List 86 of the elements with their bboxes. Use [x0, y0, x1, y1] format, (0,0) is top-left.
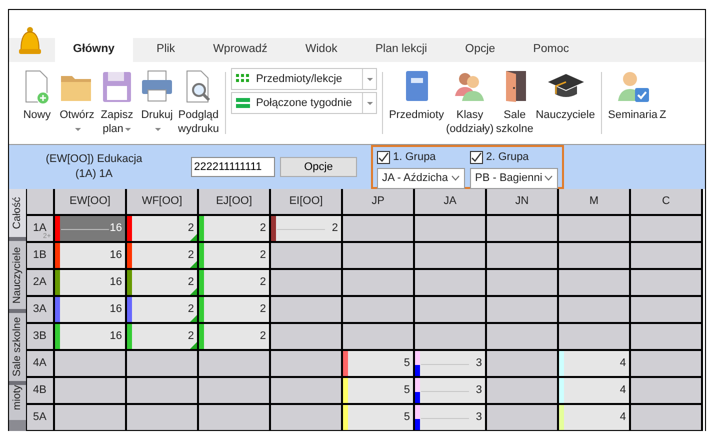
- column-header: JA: [415, 189, 487, 216]
- ribbon-button[interactable]: Nauczyciele: [534, 68, 596, 122]
- lesson-cell[interactable]: 2: [199, 243, 271, 270]
- checkbox[interactable]: [470, 150, 483, 164]
- ribbon-button[interactable]: Seminaria: [607, 68, 659, 122]
- lesson-cell[interactable]: 16: [55, 216, 127, 243]
- lesson-cell[interactable]: 2: [199, 270, 271, 297]
- ribbon-tab[interactable]: Główny: [55, 38, 133, 62]
- side-tab[interactable]: Sale szkolne: [9, 313, 26, 385]
- lesson-cell[interactable]: 16: [55, 297, 127, 324]
- dropdown-field[interactable]: Przedmioty/lekcje: [230, 68, 377, 90]
- ribbon-tab[interactable]: Pomoc: [519, 38, 583, 62]
- row-label: 4B: [33, 383, 46, 398]
- group-marker: [415, 392, 420, 403]
- group-marker: [415, 365, 420, 376]
- lesson-cell[interactable]: 4: [559, 351, 631, 378]
- lesson-cell[interactable]: 2: [127, 297, 199, 324]
- ribbon-tab[interactable]: Widok: [291, 38, 352, 62]
- column-header: EI[OO]: [271, 189, 343, 216]
- caret-icon: [367, 102, 374, 104]
- lesson-cell[interactable]: 2: [127, 216, 199, 243]
- ribbon-button[interactable]: Klasy (oddziały): [445, 68, 495, 136]
- lesson-cell[interactable]: 5: [343, 405, 415, 431]
- ribbon-tab[interactable]: Plik: [142, 38, 190, 62]
- lesson-cell[interactable]: 2: [127, 270, 199, 297]
- checkbox[interactable]: [377, 150, 390, 164]
- bars-icon: [236, 98, 250, 108]
- column-header: EJ[OO]: [199, 189, 271, 216]
- lesson-cell[interactable]: 3: [415, 405, 487, 431]
- side-tab[interactable]: Całość: [9, 189, 26, 241]
- teacher-select[interactable]: PB - Bagienni: [470, 168, 558, 188]
- ribbon-button[interactable]: Podgląd wydruku: [177, 68, 220, 136]
- ribbon-tab[interactable]: Wprowadź: [199, 38, 282, 62]
- options-button[interactable]: Opcje: [280, 157, 357, 177]
- lesson-cell[interactable]: 3: [415, 378, 487, 405]
- class-title: (1A) 1A: [74, 167, 114, 182]
- side-tab[interactable]: Nauczyciele: [9, 241, 26, 313]
- bell-logo: [17, 26, 43, 56]
- link-line: [61, 228, 109, 230]
- column-header: C: [631, 189, 703, 216]
- lesson-cell[interactable]: 2: [199, 216, 271, 243]
- row-label: 5A: [33, 410, 46, 426]
- lesson-cell[interactable]: 4: [559, 378, 631, 405]
- pattern-field[interactable]: 222211111111: [191, 157, 275, 177]
- ribbon-tab[interactable]: Opcje: [451, 38, 510, 62]
- dropdown-field[interactable]: Połączone tygodnie: [230, 92, 377, 114]
- column-header: M: [559, 189, 631, 216]
- group-marker: [415, 419, 420, 430]
- checkbox-label: 1. Grupa: [393, 150, 436, 165]
- row-label: 3B: [33, 329, 46, 344]
- lesson-cell[interactable]: 2: [271, 216, 343, 243]
- lesson-cell[interactable]: 5: [343, 378, 415, 405]
- teacher-select[interactable]: JA - Aździcha: [377, 168, 465, 188]
- ribbon-button[interactable]: Drukuj: [137, 68, 177, 136]
- column-header: WF[OO]: [127, 189, 199, 216]
- ribbon-button[interactable]: Z: [658, 68, 666, 122]
- row-label: 4A: [33, 356, 46, 372]
- checkbox-label: 2. Grupa: [486, 150, 529, 165]
- caret-icon: [367, 78, 374, 80]
- column-header: JN: [487, 189, 559, 216]
- lesson-cell[interactable]: 2: [199, 297, 271, 324]
- lesson-cell[interactable]: 3: [415, 351, 487, 378]
- ribbon-button[interactable]: Otwórz: [57, 68, 97, 136]
- side-tab[interactable]: mioty: [9, 385, 26, 420]
- column-header: JP: [343, 189, 415, 216]
- lesson-cell[interactable]: 5: [343, 351, 415, 378]
- lesson-cell[interactable]: 16: [55, 243, 127, 270]
- lesson-cell[interactable]: 2: [127, 324, 199, 351]
- ribbon-button[interactable]: Zapisz plan: [97, 68, 137, 136]
- ribbon-button[interactable]: Nowy: [17, 68, 57, 122]
- lesson-cell[interactable]: 16: [55, 324, 127, 351]
- ribbon-tab[interactable]: Plan lekcji: [361, 38, 442, 62]
- column-header: EW[OO]: [55, 189, 127, 216]
- lesson-title: (EW[OO]) Edukacja: [44, 152, 144, 167]
- chevron-icon: [544, 175, 553, 181]
- row-label: 1B: [33, 248, 46, 264]
- lesson-cell[interactable]: 16: [55, 270, 127, 297]
- lesson-cell[interactable]: 4: [559, 405, 631, 431]
- ribbon-button[interactable]: Przedmioty: [388, 68, 445, 122]
- lesson-cell[interactable]: 2: [199, 324, 271, 351]
- grid-icon: [236, 74, 250, 84]
- chevron-icon: [451, 175, 460, 181]
- ribbon-button[interactable]: Sale szkolne: [494, 68, 535, 136]
- lesson-cell[interactable]: 2: [127, 243, 199, 270]
- row-label: 2A: [33, 275, 46, 290]
- row-label: 3A: [33, 302, 46, 318]
